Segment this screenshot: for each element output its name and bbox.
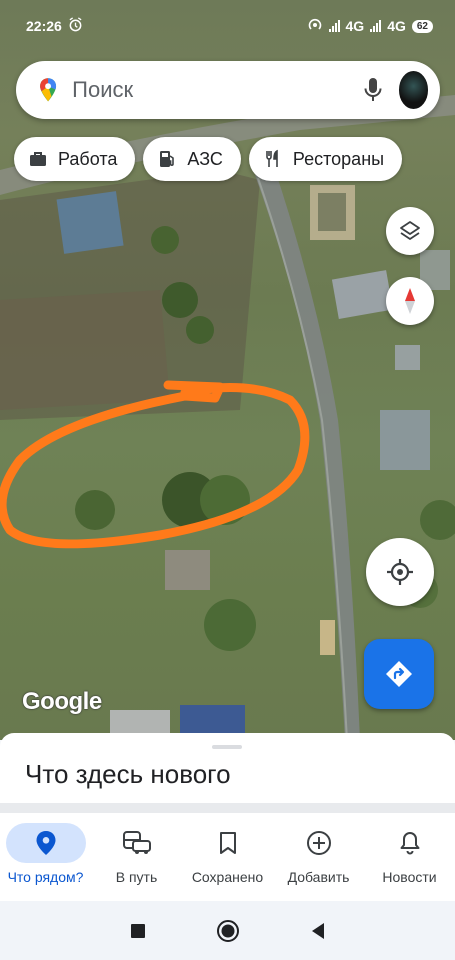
- alarm-icon: [68, 17, 83, 35]
- recents-button[interactable]: [130, 923, 146, 939]
- search-bar[interactable]: [16, 61, 440, 119]
- my-location-icon: [387, 559, 413, 585]
- status-bar: 22:26 4G 4G 62: [0, 0, 455, 52]
- account-avatar[interactable]: [398, 71, 428, 109]
- home-button[interactable]: [216, 919, 240, 943]
- chip-gas-station[interactable]: АЗС: [143, 137, 241, 181]
- directions-icon: [386, 661, 412, 687]
- nav-contribute[interactable]: Добавить: [273, 813, 364, 901]
- category-chips: Работа АЗС Рестораны: [14, 137, 403, 181]
- nav-label: Новости: [382, 869, 437, 885]
- directions-button[interactable]: [364, 639, 434, 709]
- nav-explore[interactable]: Что рядом?: [0, 813, 91, 901]
- layers-icon: [400, 221, 420, 240]
- bookmark-icon: [219, 832, 236, 854]
- nav-updates[interactable]: Новости: [364, 813, 455, 901]
- search-input[interactable]: [72, 77, 361, 103]
- bell-icon: [400, 832, 419, 855]
- gas-station-icon: [160, 151, 175, 167]
- back-button[interactable]: [310, 922, 326, 940]
- microphone-icon[interactable]: [360, 73, 386, 107]
- compass-button[interactable]: [386, 277, 434, 325]
- sheet-drag-handle[interactable]: [212, 745, 242, 749]
- divider: [0, 803, 455, 813]
- nav-label: Добавить: [287, 869, 350, 885]
- location-pin-icon: [36, 831, 55, 855]
- layers-button[interactable]: [386, 207, 434, 255]
- restaurant-icon: [266, 149, 278, 167]
- system-navigation-bar: [0, 901, 455, 960]
- nav-label: Сохранено: [191, 869, 264, 885]
- nav-commute[interactable]: В путь: [91, 813, 182, 901]
- google-attribution: Google: [22, 688, 102, 715]
- chip-label: АЗС: [187, 148, 223, 169]
- nav-label: В путь: [115, 869, 158, 885]
- bottom-sheet[interactable]: Что здесь нового: [0, 733, 455, 813]
- sheet-title: Что здесь нового: [25, 759, 231, 789]
- chip-restaurants[interactable]: Рестораны: [248, 137, 403, 181]
- nav-saved[interactable]: Сохранено: [182, 813, 273, 901]
- network-type-1: 4G: [345, 18, 365, 34]
- google-maps-pin-icon: [40, 78, 57, 102]
- commute-icon: [122, 831, 151, 854]
- my-location-button[interactable]: [366, 538, 434, 606]
- bottom-navigation: Что рядом? В путь Сохранено Добавить Нов…: [0, 813, 455, 901]
- signal-icon: [328, 20, 340, 32]
- briefcase-icon: [30, 152, 46, 166]
- network-type-2: 4G: [387, 18, 406, 34]
- add-circle-icon: [306, 831, 331, 855]
- hotspot-icon: [307, 17, 323, 36]
- chip-work[interactable]: Работа: [14, 137, 136, 181]
- chip-label: Работа: [58, 148, 118, 169]
- status-time: 22:26: [26, 18, 62, 34]
- compass-icon: [405, 288, 415, 314]
- signal-icon-2: [370, 20, 382, 32]
- nav-label: Что рядом?: [7, 869, 84, 885]
- chip-label: Рестораны: [292, 148, 385, 169]
- battery-indicator: 62: [411, 19, 433, 33]
